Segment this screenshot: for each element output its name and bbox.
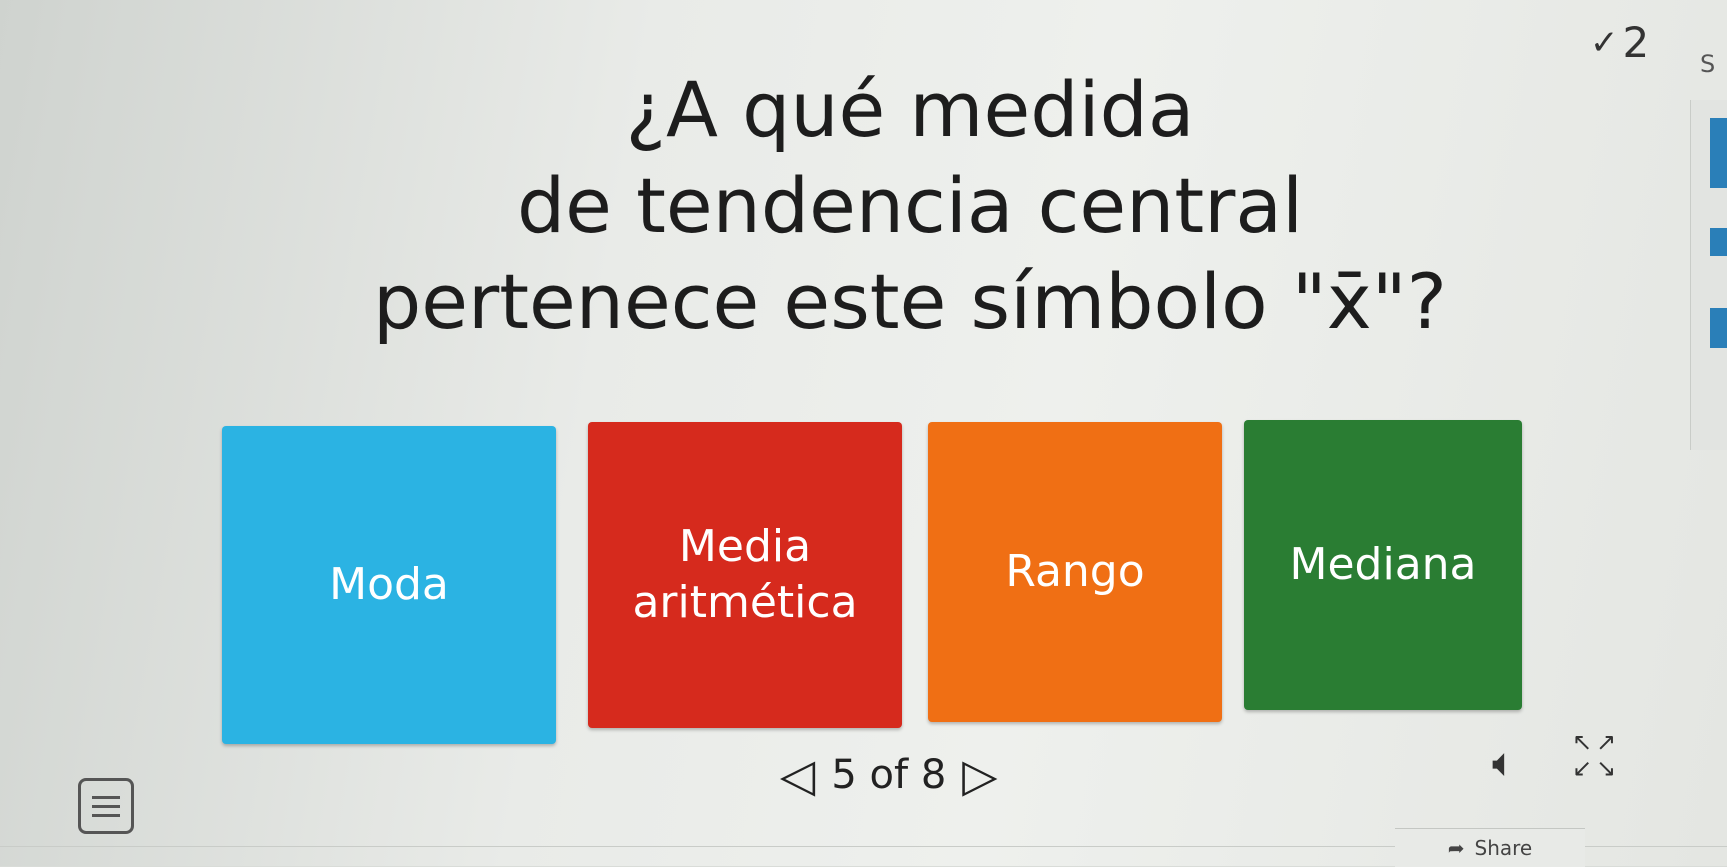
score-indicator: ✓ 2 bbox=[1590, 18, 1649, 67]
page-counter: 5 of 8 bbox=[831, 752, 947, 798]
speaker-icon[interactable]: 🔈︎ bbox=[1492, 740, 1516, 786]
answer-label: Media bbox=[678, 521, 812, 572]
question-line: ¿A qué medida bbox=[625, 65, 1195, 154]
triangle-left-icon[interactable]: ◁ bbox=[780, 752, 815, 798]
side-letter: S bbox=[1700, 50, 1716, 78]
share-button[interactable]: ➦ Share bbox=[1395, 828, 1585, 867]
answer-label: Rango bbox=[1005, 546, 1145, 597]
answer-rango-button[interactable]: Rango bbox=[928, 422, 1222, 722]
answer-moda-button[interactable]: Moda bbox=[222, 426, 556, 744]
answer-mediana-button[interactable]: Mediana bbox=[1244, 420, 1522, 710]
check-icon: ✓ bbox=[1590, 22, 1619, 63]
answer-grid: Moda Media aritmética Rango Mediana bbox=[0, 420, 1727, 744]
fullscreen-icon[interactable]: ↖ ↗ ↙ ↘ bbox=[1570, 730, 1618, 782]
share-arrow-icon: ➦ bbox=[1447, 836, 1465, 860]
question-line: de tendencia central bbox=[516, 161, 1304, 250]
answer-label: Moda bbox=[329, 559, 449, 610]
side-thumbnail[interactable] bbox=[1710, 228, 1727, 256]
answer-media-aritmetica-button[interactable]: Media aritmética bbox=[588, 422, 902, 728]
side-thumbnail[interactable] bbox=[1710, 308, 1727, 348]
score-value: 2 bbox=[1622, 18, 1650, 67]
question-line: pertenece este símbolo "x̄"? bbox=[373, 257, 1447, 346]
pagination: ◁ 5 of 8 ▷ bbox=[780, 752, 998, 798]
answer-label: Mediana bbox=[1289, 539, 1477, 590]
share-label: Share bbox=[1474, 836, 1533, 860]
quiz-screen: ✓ 2 S ¿A qué medida de tendencia central… bbox=[0, 0, 1727, 867]
triangle-right-icon[interactable]: ▷ bbox=[962, 752, 997, 798]
question-text: ¿A qué medida de tendencia central perte… bbox=[200, 62, 1620, 350]
menu-icon[interactable] bbox=[78, 778, 134, 834]
answer-label: aritmética bbox=[632, 577, 858, 628]
side-thumbnail[interactable] bbox=[1710, 118, 1727, 188]
